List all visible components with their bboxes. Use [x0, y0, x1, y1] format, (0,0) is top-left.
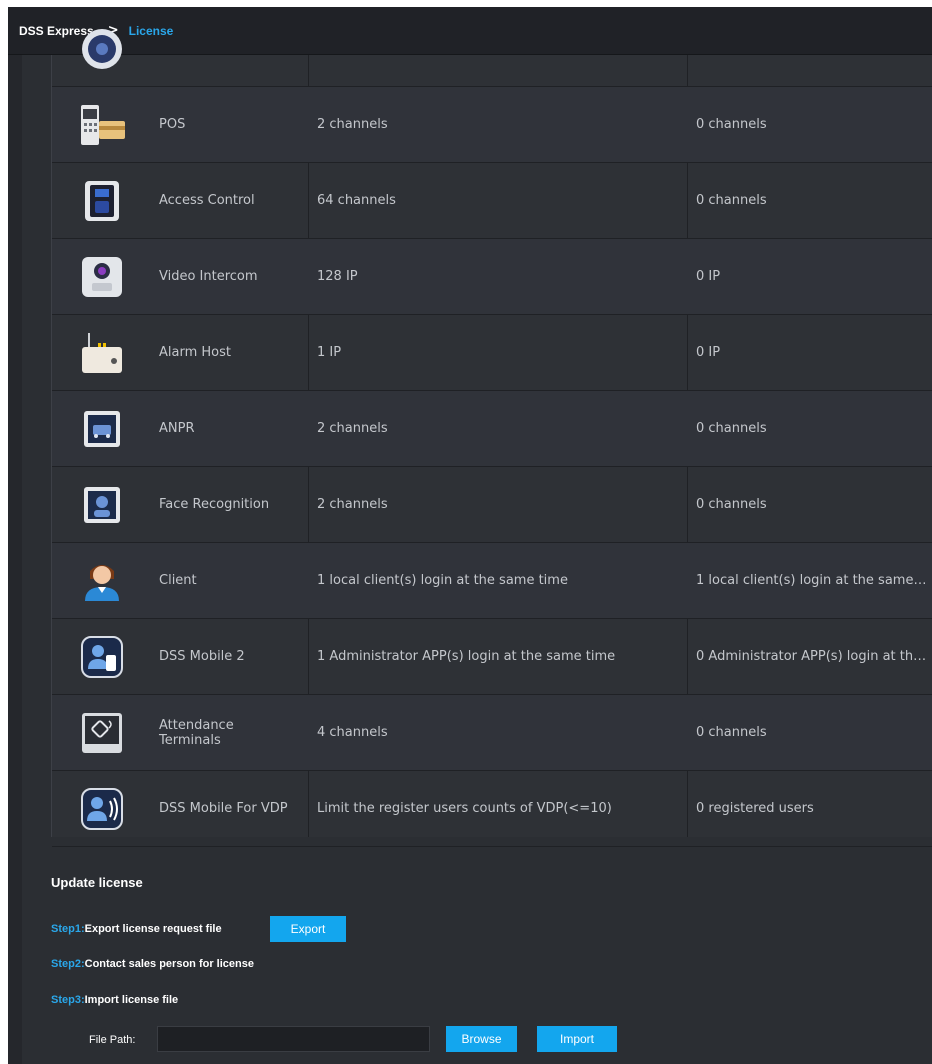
- table-row: [52, 11, 932, 87]
- license-window: DSS Express > License POS 2 channels 0 c…: [8, 7, 932, 1064]
- used-quota: 0 channels: [696, 421, 767, 436]
- device-name: ANPR: [159, 421, 195, 436]
- device-name: DSS Mobile 2: [159, 649, 245, 664]
- video-intercom-icon: [52, 239, 152, 314]
- used-quota: 0 channels: [696, 725, 767, 740]
- table-row: ANPR 2 channels 0 channels: [52, 391, 932, 467]
- camera-icon: [52, 11, 152, 86]
- anpr-icon: [52, 391, 152, 466]
- pos-terminal-icon: [52, 87, 152, 162]
- table-row: Alarm Host 1 IP 0 IP: [52, 315, 932, 391]
- dss-mobile-icon: [52, 619, 152, 694]
- browse-button[interactable]: Browse: [446, 1026, 517, 1052]
- device-name: Face Recognition: [159, 497, 270, 512]
- total-quota: 4 channels: [317, 725, 388, 740]
- table-row: Client 1 local client(s) login at the sa…: [52, 543, 932, 619]
- client-user-icon: [52, 543, 152, 618]
- step2-label: Contact sales person for license: [84, 958, 254, 970]
- alarm-host-icon: [52, 315, 152, 390]
- table-row: DSS Mobile For VDP Limit the register us…: [52, 771, 932, 847]
- device-name: Access Control: [159, 193, 255, 208]
- export-button[interactable]: Export: [270, 916, 346, 942]
- total-quota: 1 IP: [317, 345, 342, 360]
- attendance-terminal-icon: [52, 695, 152, 770]
- total-quota: 2 channels: [317, 497, 388, 512]
- device-name: Video Intercom: [159, 269, 258, 284]
- license-table: POS 2 channels 0 channels Access Control…: [51, 28, 932, 847]
- step3-key: Step3:: [51, 994, 85, 1006]
- access-control-icon: [52, 163, 152, 238]
- device-name: Client: [159, 573, 197, 588]
- used-quota: 0 Administrator APP(s) login at the ...: [696, 649, 928, 664]
- step1-key: Step1:: [51, 923, 85, 935]
- device-name: POS: [159, 117, 186, 132]
- device-name: DSS Mobile For VDP: [159, 801, 288, 816]
- total-quota: 1 Administrator APP(s) login at the same…: [317, 649, 616, 664]
- used-quota: 0 registered users: [696, 801, 814, 816]
- total-quota: Limit the register users counts of VDP(<…: [317, 801, 612, 816]
- table-row: Video Intercom 128 IP 0 IP: [52, 239, 932, 315]
- used-quota: 0 IP: [696, 269, 721, 284]
- device-name: Alarm Host: [159, 345, 231, 360]
- step1-text: Step1:Export license request file: [51, 923, 222, 935]
- table-row: POS 2 channels 0 channels: [52, 87, 932, 163]
- step2-key: Step2:: [51, 958, 85, 970]
- step3-text: Step3:Import license file: [51, 994, 178, 1006]
- table-row: Face Recognition 2 channels 0 channels: [52, 467, 932, 543]
- step2-text: Step2:Contact sales person for license: [51, 958, 254, 970]
- used-quota: 0 channels: [696, 117, 767, 132]
- import-button[interactable]: Import: [537, 1026, 617, 1052]
- total-quota: 1 local client(s) login at the same time: [317, 573, 568, 588]
- used-quota: 0 channels: [696, 193, 767, 208]
- face-recognition-icon: [52, 467, 152, 542]
- dss-mobile-vdp-icon: [52, 771, 152, 846]
- update-license-section: Update license Step1:Export license requ…: [51, 875, 617, 1052]
- device-name: Attendance Terminals: [159, 717, 234, 748]
- used-quota: 0 channels: [696, 497, 767, 512]
- step1-label: Export license request file: [84, 923, 222, 935]
- total-quota: 2 channels: [317, 117, 388, 132]
- update-license-title: Update license: [51, 875, 143, 890]
- total-quota: 64 channels: [317, 193, 396, 208]
- total-quota: 128 IP: [317, 269, 358, 284]
- left-rail: [8, 55, 22, 1064]
- file-path-input[interactable]: [157, 1026, 430, 1052]
- table-row: DSS Mobile 2 1 Administrator APP(s) logi…: [52, 619, 932, 695]
- table-row: Access Control 64 channels 0 channels: [52, 163, 932, 239]
- used-quota: 1 local client(s) login at the same ti..…: [696, 573, 928, 588]
- used-quota: 0 IP: [696, 345, 721, 360]
- table-row: Attendance Terminals 4 channels 0 channe…: [52, 695, 932, 771]
- file-path-label: File Path:: [89, 1034, 136, 1046]
- step3-label: Import license file: [84, 994, 179, 1006]
- total-quota: 2 channels: [317, 421, 388, 436]
